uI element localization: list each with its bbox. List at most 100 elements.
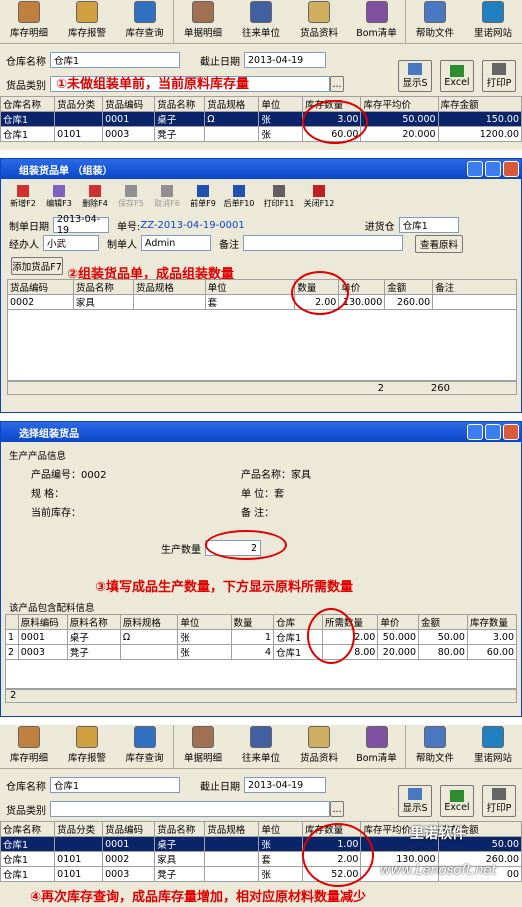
minimize-button[interactable] <box>467 161 483 177</box>
column-header[interactable]: 货品规格 <box>132 279 206 295</box>
column-header[interactable]: 单价 <box>377 614 420 630</box>
toolbar-button-4[interactable]: 往来单位 <box>232 725 290 768</box>
column-header[interactable]: 仓库名称 <box>0 821 56 837</box>
print-button[interactable]: 打印P <box>482 785 516 817</box>
toolbar-button-5[interactable]: 货品资料 <box>290 725 348 768</box>
highlight-ellipse <box>291 271 349 315</box>
column-header[interactable]: 单位 <box>177 614 232 630</box>
warehouse-select[interactable]: 仓库1 <box>50 52 180 68</box>
column-header[interactable]: 货品名称 <box>154 96 206 112</box>
column-header[interactable]: 备注 <box>432 279 517 295</box>
toolbar-button-8[interactable]: 里诺网站 <box>464 725 522 768</box>
table-cell: 0101 <box>54 866 104 882</box>
table-row[interactable]: 0002 家具套 2.00 130.000 260.00 <box>7 294 517 310</box>
column-header[interactable]: 货品规格 <box>204 96 260 112</box>
assembly-tool-4[interactable]: 取消F6 <box>149 181 185 209</box>
column-header[interactable] <box>5 614 19 630</box>
column-header[interactable]: 库存平均价 <box>360 96 439 112</box>
column-header[interactable]: 金额 <box>384 279 434 295</box>
assembly-tool-0[interactable]: 新增F2 <box>5 181 41 209</box>
excel-button[interactable]: Excel <box>440 60 474 92</box>
toolbar-button-4[interactable]: 往来单位 <box>232 0 290 43</box>
warehouse-label: 进货仓 <box>364 221 395 233</box>
toolbar-button-2[interactable]: 库存查询 <box>116 725 174 768</box>
category-browse-button[interactable]: ... <box>330 76 344 92</box>
toolbar-button-3[interactable]: 单据明细 <box>174 725 232 768</box>
assembly-tool-5[interactable]: 前单F9 <box>185 181 221 209</box>
column-header[interactable]: 货品名称 <box>72 279 134 295</box>
toolbar-button-1[interactable]: 库存报警 <box>58 725 116 768</box>
column-header[interactable]: 货品编码 <box>102 96 156 112</box>
assembly-tool-3[interactable]: 保存F5 <box>113 181 149 209</box>
assembly-tool-7[interactable]: 打印F11 <box>257 181 301 209</box>
column-header[interactable]: 单位 <box>258 96 304 112</box>
toolbar-button-6[interactable]: Bom清单 <box>348 0 406 43</box>
excel-button[interactable]: Excel <box>440 785 474 817</box>
maximize-button[interactable] <box>485 161 501 177</box>
close-button[interactable] <box>503 424 519 440</box>
table-row[interactable]: 仓库1 0101 0003 凳子张 60.00 20.000 1200.00 <box>0 126 522 142</box>
column-header[interactable]: 货品编码 <box>102 821 156 837</box>
date-picker[interactable]: 2013-04-19 <box>244 777 326 793</box>
column-header[interactable]: 原料名称 <box>66 614 121 630</box>
add-goods-button[interactable]: 添加货品F7 <box>11 257 63 275</box>
column-header[interactable]: 数量 <box>230 614 275 630</box>
toolbar-button-6[interactable]: Bom清单 <box>348 725 406 768</box>
category-label: 货品类别 <box>6 805 46 817</box>
show-button[interactable]: 显示S <box>398 60 432 92</box>
column-header[interactable]: 原料编码 <box>17 614 68 630</box>
toolbar-label: Bom清单 <box>356 28 397 39</box>
column-header[interactable]: 单位 <box>204 279 296 295</box>
assembly-tool-1[interactable]: 编辑F3 <box>41 181 77 209</box>
maximize-button[interactable] <box>485 424 501 440</box>
column-header[interactable]: 货品编码 <box>7 279 74 295</box>
manager-select[interactable]: 小武 <box>43 235 99 251</box>
category-browse-button[interactable]: ... <box>330 801 344 817</box>
toolbar-button-3[interactable]: 单据明细 <box>174 0 232 43</box>
show-button[interactable]: 显示S <box>398 785 432 817</box>
highlight-ellipse <box>302 100 368 144</box>
column-header[interactable]: 货品名称 <box>154 821 206 837</box>
toolbar-button-8[interactable]: 里诺网站 <box>464 0 522 43</box>
remark-field[interactable] <box>243 235 403 251</box>
assembly-tool-icon-2 <box>89 185 101 197</box>
minimize-button[interactable] <box>467 424 483 440</box>
toolbar-button-0[interactable]: 库存明细 <box>0 0 58 43</box>
date-picker[interactable]: 2013-04-19 <box>244 52 326 68</box>
order-date-field[interactable]: 2013-04-19 <box>53 214 109 236</box>
assembly-tool-icon-7 <box>273 185 285 197</box>
warehouse-select[interactable]: 仓库1 <box>398 217 459 233</box>
annotation-step1: ①未做组装单前，当前原料库存量 <box>56 77 250 92</box>
column-header[interactable]: 仓库名称 <box>0 96 56 112</box>
toolbar-label: 往来单位 <box>241 28 280 39</box>
toolbar-label: 往来单位 <box>241 753 280 764</box>
assembly-tool-2[interactable]: 删除F4 <box>77 181 113 209</box>
column-header[interactable]: 货品分类 <box>54 96 104 112</box>
category-field[interactable] <box>50 801 330 817</box>
assembly-tool-8[interactable]: 关闭F12 <box>301 181 337 209</box>
column-header[interactable]: 金额 <box>418 614 468 630</box>
column-header[interactable]: 库存数量 <box>466 614 518 630</box>
toolbar-button-5[interactable]: 货品资料 <box>290 0 348 43</box>
column-header[interactable]: 货品分类 <box>54 821 104 837</box>
table-row[interactable]: 仓库1 0001 桌子 Ω 张 3.00 50.000 150.00 <box>0 111 522 127</box>
print-button[interactable]: 打印P <box>482 60 516 92</box>
column-header[interactable]: 原料规格 <box>119 614 179 630</box>
warehouse-select[interactable]: 仓库1 <box>50 777 180 793</box>
toolbar-button-7[interactable]: 帮助文件 <box>406 725 464 768</box>
table-row[interactable]: 2 0003 凳子张 4 仓库1 8.00 20.000 80.00 60.00 <box>5 644 518 660</box>
product-stock: 当前库存： <box>31 508 81 519</box>
assembly-tool-6[interactable]: 后单F10 <box>221 181 257 209</box>
view-material-button[interactable]: 查看原料 <box>415 235 463 253</box>
table-row[interactable]: 1 0001 桌子 Ω 张 1 仓库1 2.00 50.000 50.00 3.00 <box>5 629 518 645</box>
column-header[interactable]: 货品规格 <box>204 821 260 837</box>
close-button[interactable] <box>503 161 519 177</box>
highlight-ellipse <box>307 608 355 664</box>
column-header[interactable]: 库存金额 <box>437 96 522 112</box>
toolbar-button-7[interactable]: 帮助文件 <box>406 0 464 43</box>
toolbar-icon-8 <box>482 1 504 23</box>
toolbar-button-1[interactable]: 库存报警 <box>58 0 116 43</box>
column-header[interactable]: 单位 <box>258 821 304 837</box>
toolbar-button-2[interactable]: 库存查询 <box>116 0 174 43</box>
toolbar-button-0[interactable]: 库存明细 <box>0 725 58 768</box>
